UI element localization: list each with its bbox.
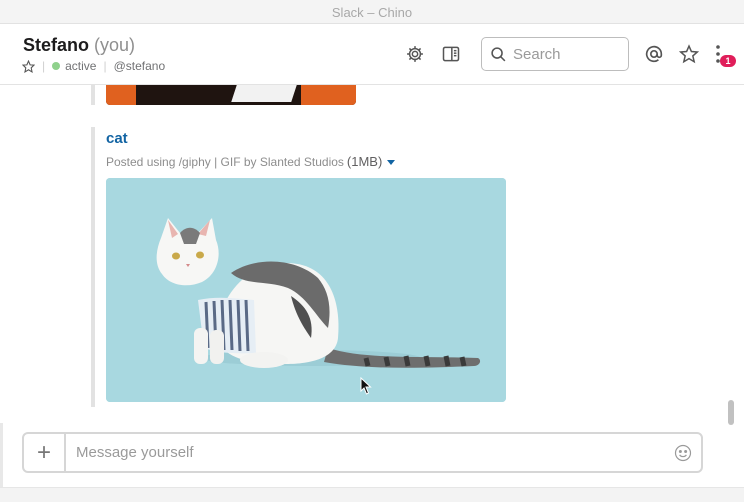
presence-status: active bbox=[65, 59, 97, 73]
search-icon bbox=[490, 46, 507, 63]
meta-divider: | bbox=[42, 59, 46, 73]
cat-gif-image[interactable] bbox=[106, 178, 506, 402]
previous-gif-preview[interactable] bbox=[106, 85, 356, 105]
user-handle[interactable]: @stefano bbox=[114, 59, 166, 73]
details-panel-icon[interactable] bbox=[439, 42, 463, 66]
attachment-size: (1MB) bbox=[346, 154, 383, 169]
channel-title: Stefano (you) bbox=[23, 35, 135, 56]
channel-name: Stefano bbox=[23, 35, 90, 55]
notification-badge: 1 bbox=[720, 55, 736, 67]
channel-header: Stefano (you) | active | @stefano Search bbox=[0, 24, 744, 85]
gear-icon[interactable] bbox=[403, 42, 427, 66]
presence-dot-icon bbox=[52, 62, 61, 70]
slack-window: Slack – Chino Stefano (you) | active | @… bbox=[0, 0, 744, 502]
scroll-thumb[interactable] bbox=[728, 400, 734, 425]
channel-meta: | active | @stefano bbox=[22, 58, 165, 74]
meta-divider: | bbox=[103, 59, 107, 73]
previous-attachment-bar bbox=[91, 85, 95, 105]
mentions-at-icon[interactable] bbox=[642, 42, 666, 66]
starred-items-icon[interactable] bbox=[677, 42, 701, 66]
attachment-title-link[interactable]: cat bbox=[106, 130, 128, 147]
attachment-meta: Posted using /giphy | GIF by Slanted Stu… bbox=[106, 154, 396, 169]
window-bottom-edge bbox=[0, 487, 744, 502]
scroll-track bbox=[725, 89, 736, 415]
search-box[interactable]: Search bbox=[481, 37, 629, 71]
star-icon[interactable] bbox=[22, 59, 35, 73]
title-bar[interactable]: Slack – Chino bbox=[0, 0, 744, 24]
cursor-icon bbox=[360, 377, 372, 395]
message-input[interactable] bbox=[68, 434, 628, 471]
collapse-caret-icon[interactable] bbox=[387, 159, 396, 165]
you-tag: (you) bbox=[94, 35, 136, 55]
plus-icon[interactable]: + bbox=[24, 434, 66, 471]
attachment-source: Posted using /giphy | GIF by Slanted Stu… bbox=[106, 154, 344, 169]
emoji-icon[interactable] bbox=[674, 444, 692, 462]
window-title: Slack – Chino bbox=[331, 5, 413, 20]
message-composer: + bbox=[22, 432, 703, 473]
attachment-bar bbox=[91, 127, 95, 407]
message-pane: cat Posted using /giphy | GIF by Slanted… bbox=[0, 85, 744, 423]
search-placeholder: Search bbox=[513, 45, 561, 63]
message-scrollbar[interactable] bbox=[725, 89, 736, 425]
